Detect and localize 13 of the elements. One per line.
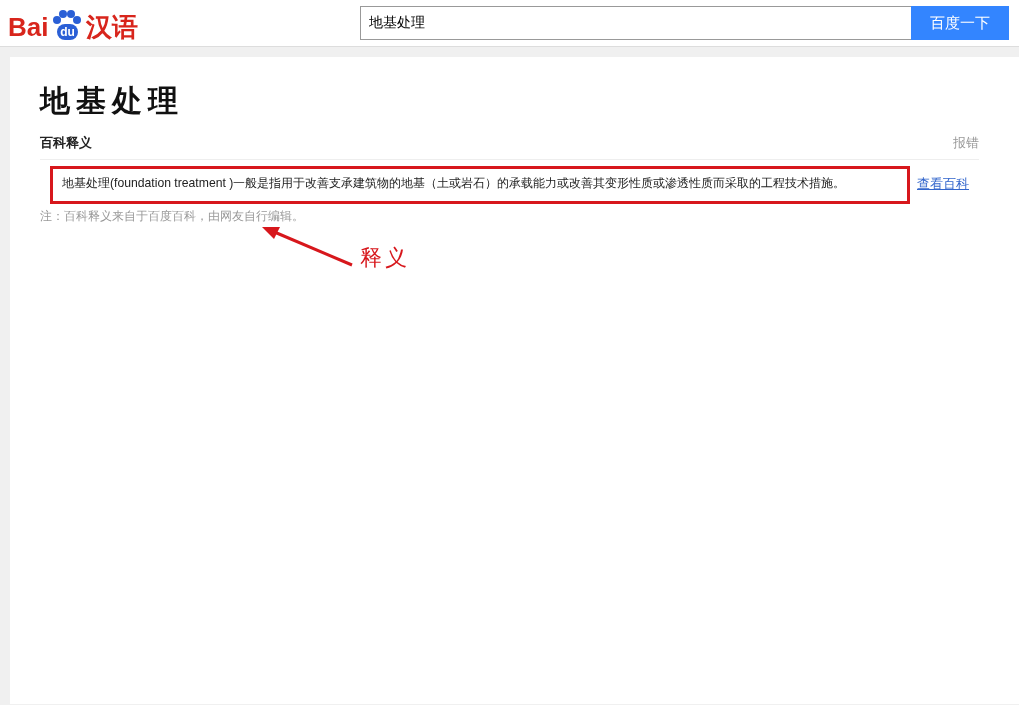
annotation-label: 释义 [360, 244, 410, 272]
definition-text: 地基处理(foundation treatment )一般是指用于改善支承建筑物的地基（土或岩石）的承载能力或改善其变形性质或渗透性质而采取的工程技术措施。 [62, 174, 846, 192]
search-button[interactable]: 百度一下 [911, 6, 1009, 40]
logo-text: du [57, 24, 78, 40]
logo-text: Bai [8, 14, 49, 40]
search-field[interactable]: 地基处理 [360, 6, 911, 40]
logo-text: 汉语 [86, 14, 139, 40]
view-encyclopedia-link[interactable]: 查看百科 [917, 173, 969, 193]
source-note: 注：百科释义来自于百度百科，由网友自行编辑。 [40, 208, 305, 225]
report-link[interactable]: 报错 [953, 133, 979, 153]
paw-icon [52, 10, 83, 24]
entry-title: 地基处理 [40, 83, 185, 119]
section-heading: 百科释义 [40, 134, 92, 152]
